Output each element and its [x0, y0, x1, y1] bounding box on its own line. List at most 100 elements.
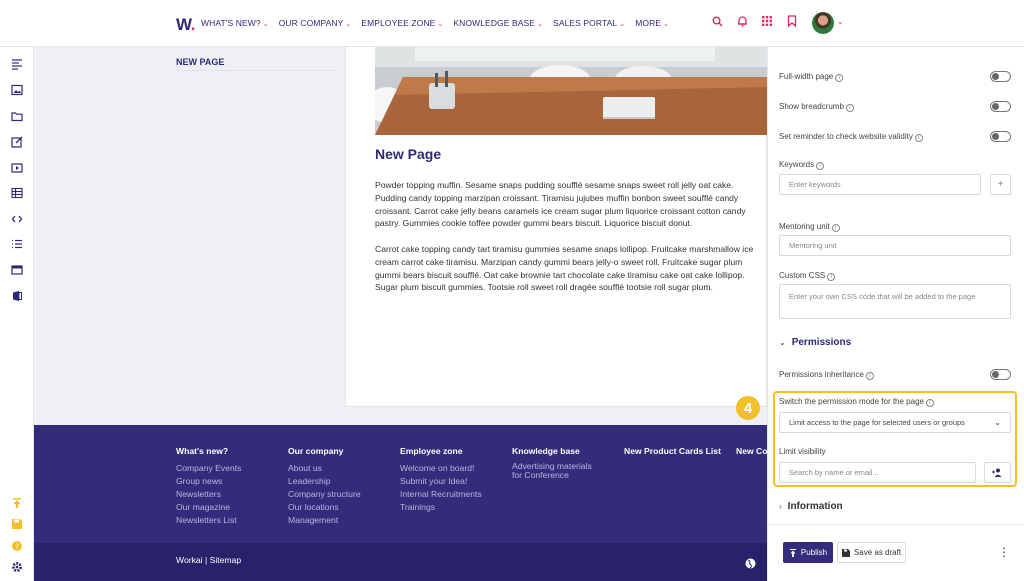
chevron-down-icon[interactable]: ⌄	[837, 17, 844, 26]
card-icon[interactable]	[11, 263, 23, 275]
footer-link[interactable]: for Conference	[512, 471, 592, 480]
settings-icon[interactable]	[11, 560, 23, 572]
save-icon[interactable]	[11, 517, 23, 529]
workai-logo[interactable]: W.	[176, 15, 195, 35]
nav-knowledge-base[interactable]: KNOWLEDGE BASE ⌄	[453, 18, 543, 28]
footer-link[interactable]: Management	[288, 514, 361, 527]
editor-left-rail: ?	[0, 47, 34, 581]
info-icon[interactable]: i	[835, 74, 844, 82]
publish-icon[interactable]	[11, 496, 23, 508]
video-icon[interactable]	[11, 161, 23, 173]
info-icon[interactable]: i	[914, 134, 923, 142]
permission-mode-label: Switch the permission mode for the page i	[779, 397, 934, 407]
footer-link[interactable]: Our locations	[288, 501, 361, 514]
permissions-inheritance-toggle[interactable]	[990, 369, 1011, 380]
more-options-icon[interactable]: ⋮	[998, 546, 1010, 558]
limit-visibility-label: Limit visibility	[779, 447, 826, 456]
footer-column-heading: What's new?	[176, 446, 229, 456]
hero-image	[375, 47, 767, 135]
custom-css-textarea[interactable]: Enter your own CSS code that will be add…	[779, 284, 1011, 319]
permissions-inheritance-label: Permissions inheritance i	[779, 370, 874, 380]
page-nav-label[interactable]: NEW PAGE	[176, 57, 224, 67]
folder-icon[interactable]	[11, 109, 23, 122]
image-icon[interactable]	[11, 83, 23, 96]
panel-divider	[767, 524, 1024, 525]
add-user-button[interactable]	[984, 462, 1011, 483]
user-avatar[interactable]	[812, 12, 834, 34]
office-icon[interactable]	[11, 289, 23, 301]
footer-brand-sitemap[interactable]: Workai | Sitemap	[176, 555, 241, 565]
footer-column-knowledge-base: Knowledge base Advertising materials for…	[512, 446, 592, 480]
table-icon[interactable]	[11, 186, 23, 199]
footer-column-heading[interactable]: New Co	[736, 446, 768, 456]
footer-link[interactable]: Submit your Idea!	[400, 475, 482, 488]
info-icon[interactable]: i	[925, 399, 934, 407]
full-width-toggle[interactable]	[990, 71, 1011, 82]
permissions-section-toggle[interactable]: ⌄ Permissions	[779, 337, 851, 348]
nav-sales-portal[interactable]: SALES PORTAL ⌄	[553, 18, 625, 28]
publish-icon	[789, 548, 796, 557]
info-icon[interactable]: i	[831, 224, 840, 232]
publish-button[interactable]: Publish	[783, 542, 833, 563]
footer-link[interactable]: Newsletters List	[176, 514, 241, 527]
add-user-icon	[992, 468, 1002, 477]
footer-link[interactable]: Newsletters	[176, 488, 241, 501]
chevron-right-icon: ›	[779, 502, 782, 511]
footer-link[interactable]: Company Events	[176, 462, 241, 475]
edit-icon[interactable]	[11, 135, 23, 148]
save-as-draft-button[interactable]: Save as draft	[837, 542, 906, 563]
footer-link[interactable]: Group news	[176, 475, 241, 488]
footer-link[interactable]: About us	[288, 462, 361, 475]
top-navigation-bar: W. WHAT'S NEW? ⌄ OUR COMPANY ⌄ EMPLOYEE ZO…	[0, 0, 1024, 47]
article-icon[interactable]	[11, 57, 23, 70]
nav-more[interactable]: MORE ⌄	[635, 18, 669, 28]
footer-column-heading[interactable]: New Product Cards List	[624, 446, 721, 456]
nav-employee-zone[interactable]: EMPLOYEE ZONE ⌄	[361, 18, 443, 28]
info-icon[interactable]: i	[845, 104, 854, 112]
footer-link[interactable]: Welcome on board!	[400, 462, 482, 475]
bookmark-icon[interactable]	[786, 14, 798, 28]
add-keyword-button[interactable]: +	[990, 174, 1011, 195]
list-icon[interactable]	[11, 237, 23, 249]
footer-link[interactable]: Trainings	[400, 501, 482, 514]
visibility-search-input[interactable]: Search by name or email...	[779, 462, 976, 483]
main-nav: WHAT'S NEW? ⌄ OUR COMPANY ⌄ EMPLOYEE ZONE ⌄…	[201, 18, 669, 28]
permission-mode-select[interactable]: Limit access to the page for selected us…	[779, 412, 1011, 433]
footer-column-heading: Employee zone	[400, 446, 463, 456]
bell-icon[interactable]	[736, 14, 748, 28]
nav-whats-new[interactable]: WHAT'S NEW? ⌄	[201, 18, 269, 28]
nav-our-company[interactable]: OUR COMPANY ⌄	[279, 18, 352, 28]
save-icon	[841, 548, 850, 557]
apps-grid-icon[interactable]	[761, 14, 773, 28]
information-section-toggle[interactable]: › Information	[779, 501, 843, 512]
mentoring-unit-input[interactable]: Mentoring unit	[779, 235, 1011, 256]
keywords-label: Keywords i	[779, 160, 825, 170]
footer-column-heading: Knowledge base	[512, 446, 580, 456]
reminder-toggle[interactable]	[990, 131, 1011, 142]
nav-divider	[176, 70, 336, 71]
keywords-input[interactable]: Enter keywords	[779, 174, 981, 195]
footer-link[interactable]: Our magazine	[176, 501, 241, 514]
help-icon[interactable]: ?	[11, 539, 23, 551]
body-paragraph: Carrot cake topping candy tart tiramisu …	[375, 244, 754, 293]
body-paragraph: Powder topping muffin. Sesame snaps pudd…	[375, 180, 746, 229]
info-icon[interactable]: i	[865, 372, 874, 380]
search-icon[interactable]	[711, 14, 723, 28]
footer-link[interactable]: Leadership	[288, 475, 361, 488]
footer-column-our-company: Our company About us Leadership Company …	[288, 446, 361, 527]
footer-column-product-cards: New Product Cards List	[624, 446, 721, 462]
top-icon-group	[711, 14, 798, 28]
code-icon[interactable]	[11, 212, 23, 224]
globe-icon[interactable]	[745, 556, 756, 569]
footer-link[interactable]: Internal Recruitments	[400, 488, 482, 501]
footer-column-employee-zone: Employee zone Welcome on board! Submit y…	[400, 446, 482, 514]
mentoring-unit-label: Mentoring unit i	[779, 222, 840, 232]
reminder-label: Set reminder to check website validity i	[779, 132, 923, 142]
info-icon[interactable]: i	[816, 162, 825, 170]
step-number-badge: 4	[736, 396, 760, 420]
full-width-label: Full-width page i	[779, 72, 844, 82]
footer-link[interactable]: Company structure	[288, 488, 361, 501]
footer-column-new-co: New Co	[736, 446, 768, 462]
show-breadcrumb-toggle[interactable]	[990, 101, 1011, 112]
info-icon[interactable]: i	[827, 273, 836, 281]
